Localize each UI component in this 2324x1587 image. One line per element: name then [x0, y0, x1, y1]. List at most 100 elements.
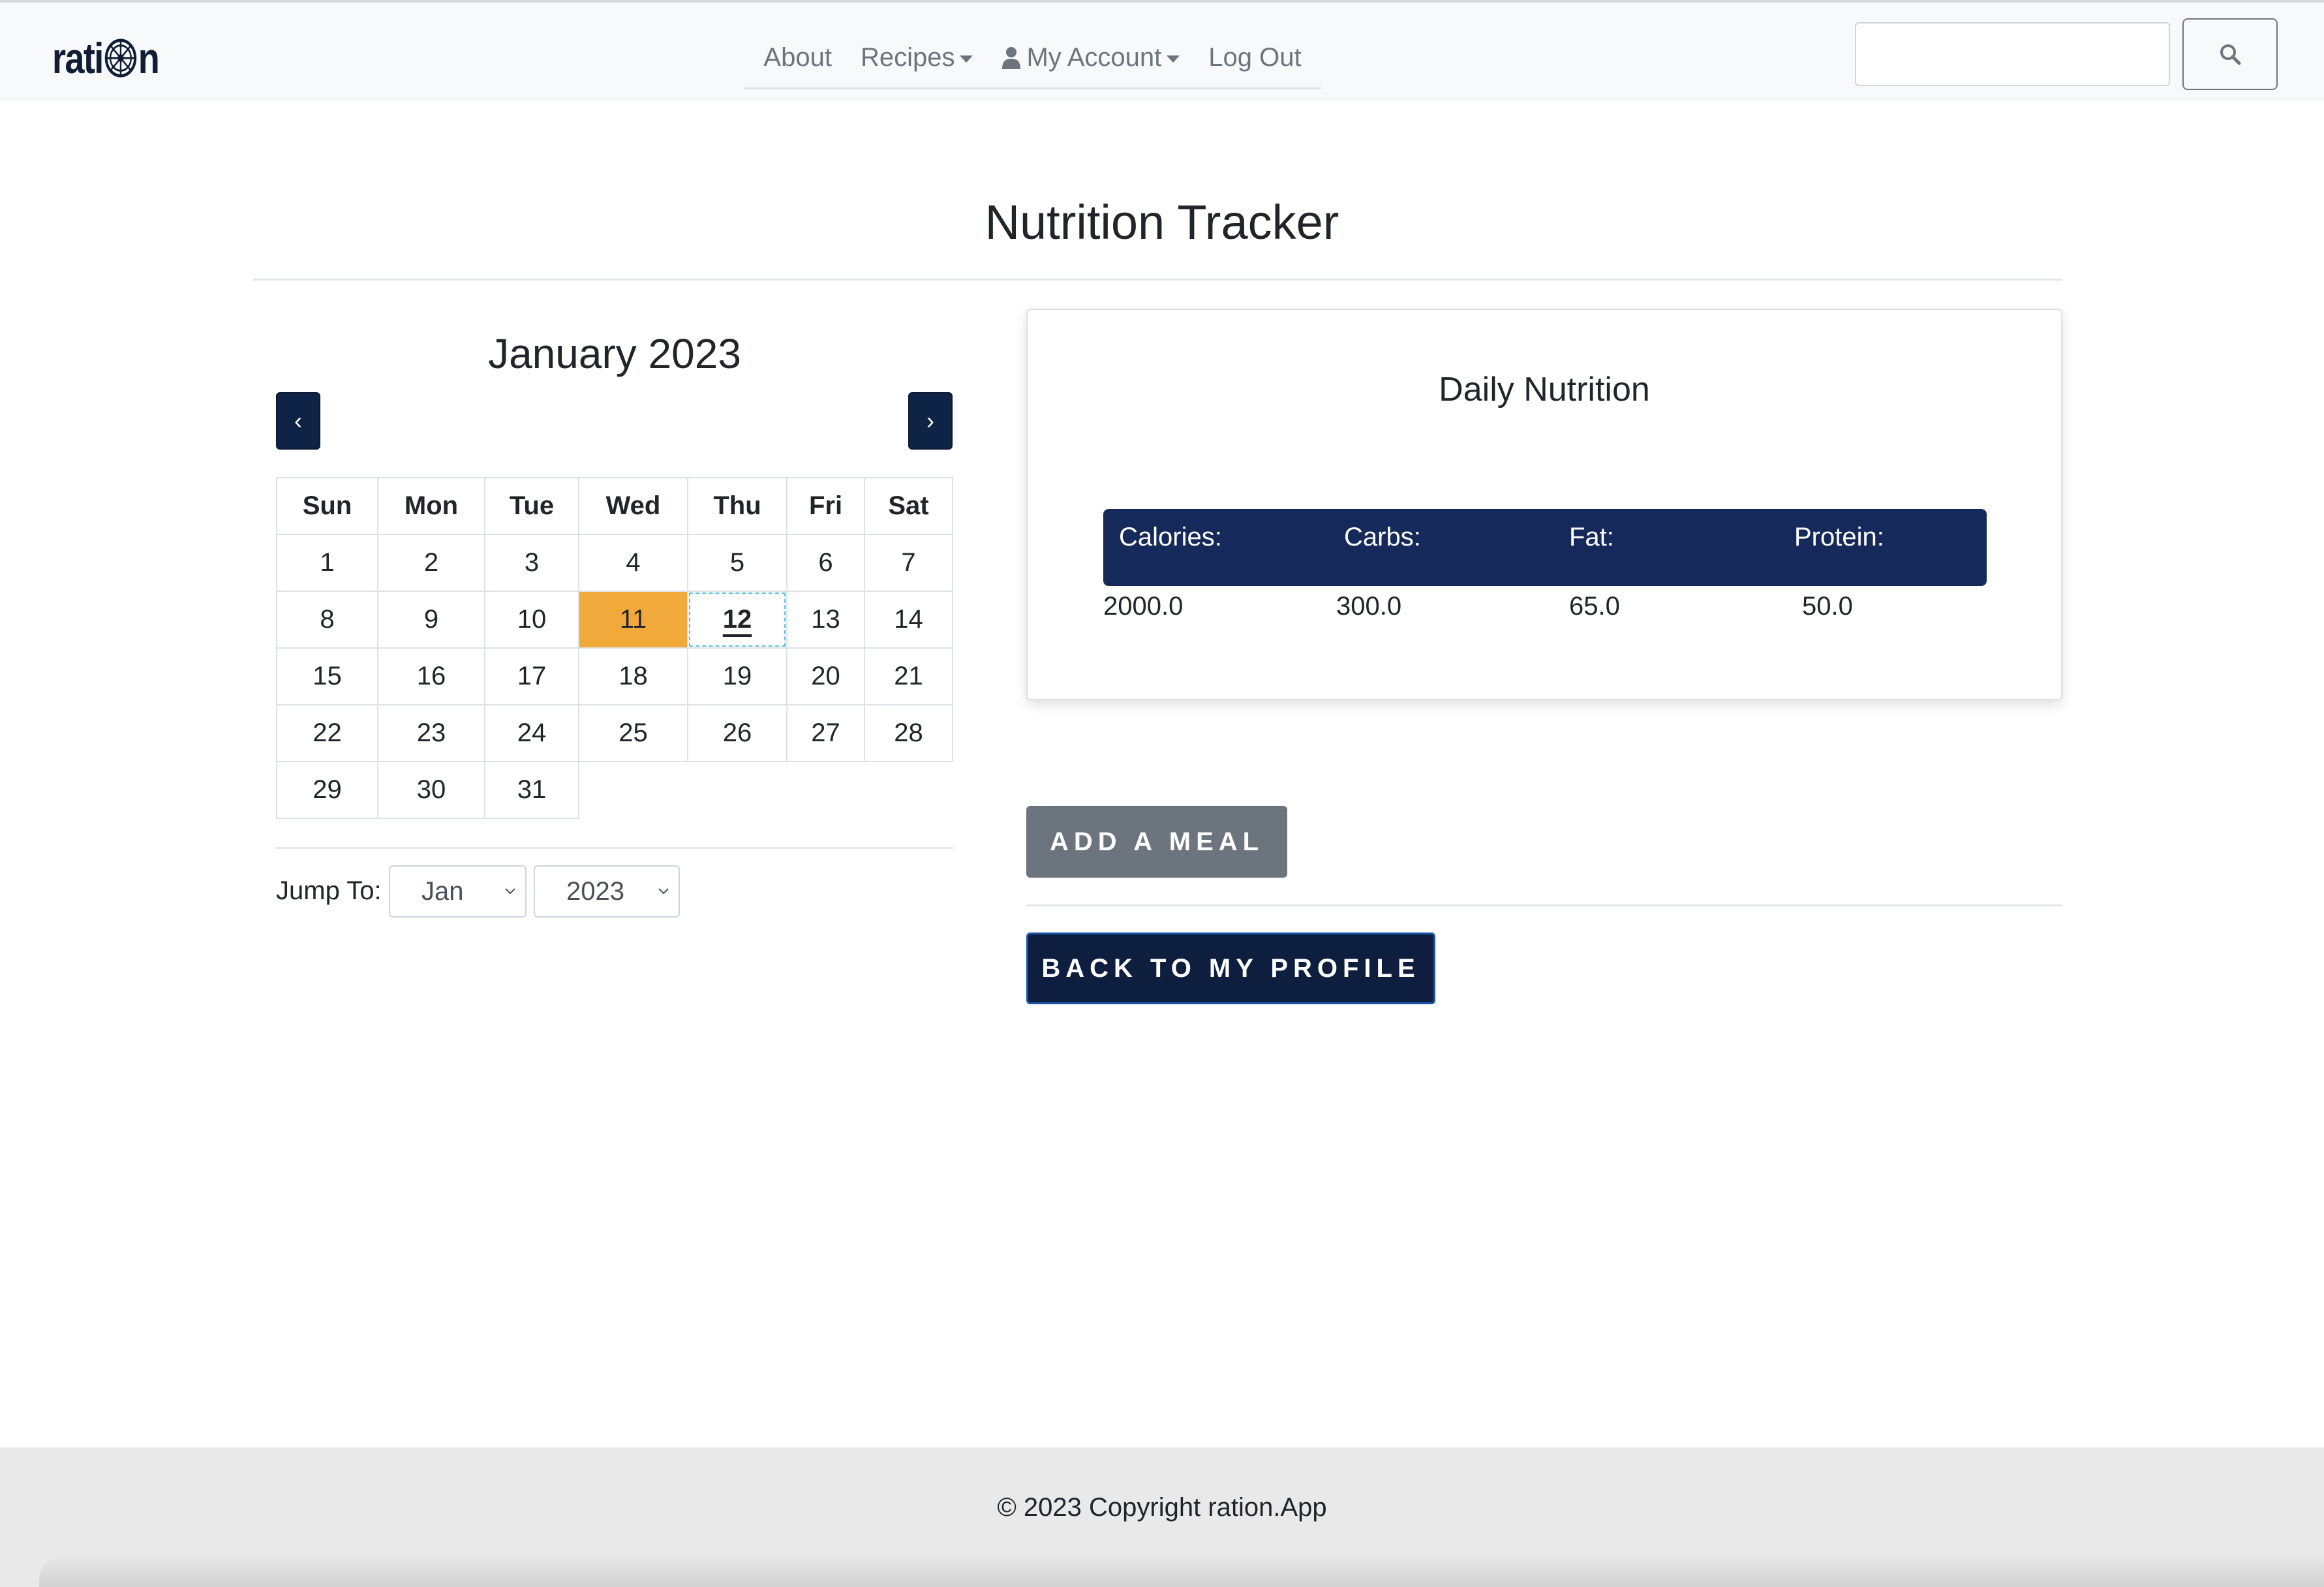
calendar-day[interactable]: 19: [687, 647, 787, 705]
copyright-text: © 2023 Copyright ration.App: [997, 1493, 1327, 1522]
weekday-header: Sat: [864, 477, 953, 535]
daily-nutrition-card: Daily Nutrition Calories: Carbs: Fat: Pr…: [1026, 309, 2062, 700]
chevron-left-icon: ‹: [294, 407, 302, 434]
jump-month-select[interactable]: Jan: [389, 865, 527, 917]
top-navbar: rati n About Recipes My Account Log Out: [0, 0, 2324, 101]
jump-month-value: Jan: [421, 876, 464, 906]
logo-text-suffix: n: [138, 34, 160, 82]
calendar-day[interactable]: 28: [864, 704, 953, 762]
calendar-empty-cell: [787, 762, 864, 818]
nav-my-account-label: My Account: [1026, 42, 1162, 72]
nav-about-label: About: [763, 42, 832, 72]
calendar-day[interactable]: 14: [864, 591, 953, 649]
calendar-day[interactable]: 18: [578, 647, 688, 705]
protein-value: 50.0: [1802, 592, 1853, 621]
nutrition-values-row: 2000.0 300.0 65.0 50.0: [1103, 592, 1987, 621]
back-to-profile-button[interactable]: BACK TO MY PROFILE: [1026, 932, 1435, 1004]
nav-my-account-dropdown[interactable]: My Account: [987, 43, 1194, 72]
calendar-prev-button[interactable]: ‹: [276, 392, 320, 450]
brand-logo[interactable]: rati n: [52, 34, 160, 82]
user-icon: [1002, 47, 1021, 69]
carbs-header: Carbs:: [1344, 522, 1421, 551]
calendar-month-label: January 2023: [488, 330, 741, 377]
weekday-header: Sun: [276, 477, 378, 535]
jump-to-label: Jump To:: [276, 876, 382, 905]
calendar-day[interactable]: 9: [377, 591, 485, 649]
calories-header: Calories:: [1119, 522, 1222, 551]
chevron-right-icon: ›: [926, 407, 934, 434]
calendar-day[interactable]: 31: [484, 761, 579, 819]
calendar-day[interactable]: 25: [578, 704, 688, 762]
calories-value: 2000.0: [1103, 592, 1184, 621]
add-meal-button[interactable]: ADD A MEAL: [1026, 806, 1287, 878]
calendar-day-today[interactable]: 12: [687, 591, 787, 649]
calendar-day[interactable]: 27: [786, 704, 865, 762]
calendar-week-row: 1 2 3 4 5 6 7: [276, 534, 953, 592]
nav-log-out-label: Log Out: [1208, 42, 1302, 72]
calendar-day[interactable]: 20: [786, 647, 865, 705]
caret-down-icon: [960, 55, 973, 63]
calendar-day[interactable]: 30: [377, 761, 485, 819]
calendar-weekday-row: Sun Mon Tue Wed Thu Fri Sat: [276, 477, 953, 535]
page-title: Nutrition Tracker: [985, 195, 1339, 249]
calendar-empty-cell: [864, 762, 953, 818]
nutrition-header-row: Calories: Carbs: Fat: Protein:: [1103, 509, 1987, 586]
calendar-day[interactable]: 13: [786, 591, 865, 649]
calendar-day[interactable]: 29: [276, 761, 378, 819]
main-nav: About Recipes My Account Log Out: [744, 27, 1321, 89]
jump-year-value: 2023: [566, 876, 624, 906]
calendar-day[interactable]: 1: [276, 534, 378, 592]
logo-text-prefix: rati: [52, 34, 104, 82]
calendar-grid: Sun Mon Tue Wed Thu Fri Sat 1 2 3 4 5 6 …: [276, 477, 953, 819]
weekday-header: Fri: [786, 477, 865, 535]
search-icon: [2220, 44, 2241, 65]
calendar-week-row: 29 30 31: [276, 761, 953, 819]
nav-log-out[interactable]: Log Out: [1194, 43, 1315, 72]
nav-recipes-dropdown[interactable]: Recipes: [846, 43, 988, 72]
calendar-day[interactable]: 22: [276, 704, 378, 762]
calendar-day[interactable]: 5: [687, 534, 787, 592]
calendar-divider: [276, 847, 953, 849]
weekday-header: Tue: [484, 477, 579, 535]
calendar-week-row: 22 23 24 25 26 27 28: [276, 704, 953, 762]
calendar-next-button[interactable]: ›: [908, 392, 953, 450]
logo-wheel-icon: [104, 39, 136, 78]
chevron-down-icon: [505, 888, 515, 895]
chevron-down-icon: [658, 888, 669, 895]
calendar-empty-cell: [579, 762, 688, 818]
calendar-empty-cell: [688, 762, 787, 818]
calendar-day[interactable]: 4: [578, 534, 688, 592]
calendar-day[interactable]: 3: [484, 534, 579, 592]
calendar-day[interactable]: 7: [864, 534, 953, 592]
calendar-day[interactable]: 24: [484, 704, 579, 762]
calendar-day[interactable]: 26: [687, 704, 787, 762]
calendar-day[interactable]: 17: [484, 647, 579, 705]
fat-value: 65.0: [1569, 592, 1620, 621]
title-divider: [253, 279, 2062, 281]
fat-header: Fat:: [1569, 522, 1614, 551]
protein-header: Protein:: [1794, 522, 1884, 551]
weekday-header: Thu: [687, 477, 787, 535]
calendar-day[interactable]: 6: [786, 534, 865, 592]
search-button[interactable]: [2182, 18, 2278, 90]
calendar-day[interactable]: 10: [484, 591, 579, 649]
calendar-week-row: 15 16 17 18 19 20 21: [276, 647, 953, 705]
calendar-day[interactable]: 2: [377, 534, 485, 592]
calendar-day-selected[interactable]: 11: [578, 591, 688, 649]
nav-recipes-label: Recipes: [860, 42, 955, 72]
page-footer: © 2023 Copyright ration.App: [0, 1447, 2324, 1587]
calendar-day[interactable]: 16: [377, 647, 485, 705]
calendar-day[interactable]: 8: [276, 591, 378, 649]
weekday-header: Wed: [578, 477, 688, 535]
calendar-day[interactable]: 23: [377, 704, 485, 762]
search-input[interactable]: [1855, 22, 2170, 86]
daily-nutrition-title: Daily Nutrition: [1439, 371, 1650, 408]
jump-year-select[interactable]: 2023: [534, 865, 680, 917]
weekday-header: Mon: [377, 477, 485, 535]
footer-shadow: [39, 1554, 2324, 1587]
calendar-day[interactable]: 15: [276, 647, 378, 705]
carbs-value: 300.0: [1336, 592, 1402, 621]
caret-down-icon: [1167, 55, 1180, 63]
calendar-day[interactable]: 21: [864, 647, 953, 705]
nav-about[interactable]: About: [749, 43, 846, 72]
